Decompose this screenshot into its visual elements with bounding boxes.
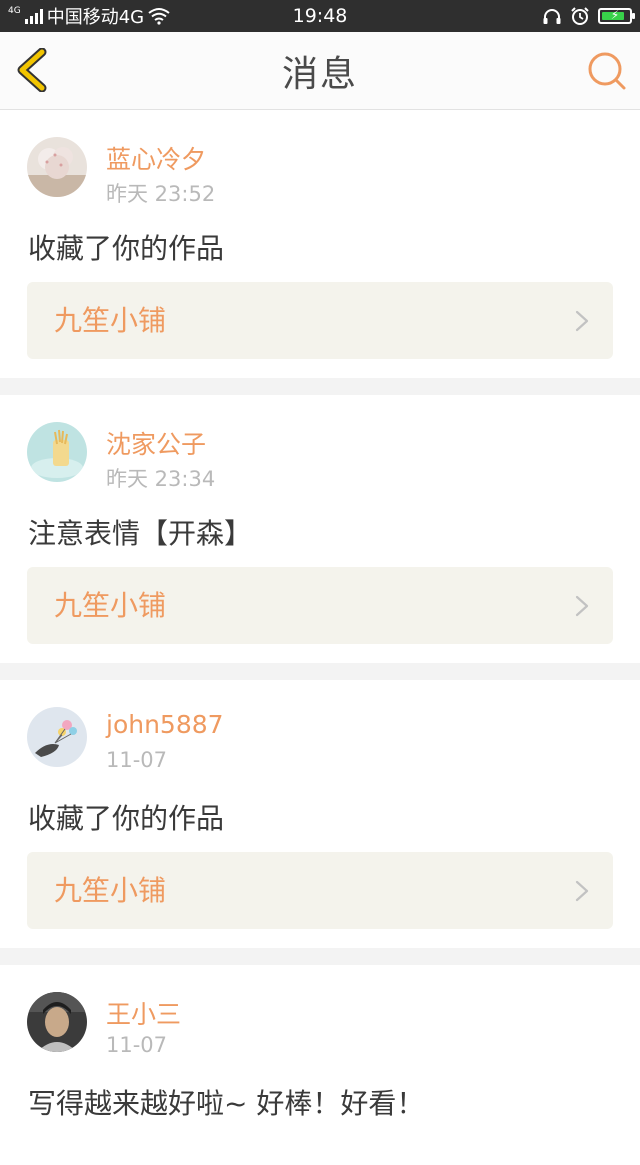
message-text: 收藏了你的作品: [28, 802, 225, 835]
avatar[interactable]: [27, 137, 87, 197]
work-title: 九笙小铺: [54, 589, 167, 622]
username[interactable]: 沈家公子: [106, 425, 206, 461]
username[interactable]: john5887: [106, 710, 224, 739]
avatar[interactable]: [27, 992, 87, 1052]
username[interactable]: 王小三: [106, 995, 181, 1031]
username[interactable]: 蓝心冷夕: [106, 140, 206, 176]
message-list: 蓝心冷夕 昨天 23:52 收藏了你的作品 九笙小铺 沈家公子 昨天 23:34…: [0, 110, 640, 1165]
search-icon: [588, 52, 626, 90]
timestamp: 昨天 23:52: [106, 182, 216, 206]
message-text: 收藏了你的作品: [28, 232, 225, 265]
work-title: 九笙小铺: [54, 874, 167, 907]
message-text: 写得越来越好啦~ 好棒！好看！: [28, 1087, 425, 1120]
chevron-right-icon: [575, 310, 589, 332]
work-title: 九笙小铺: [54, 304, 167, 337]
charging-icon: ⚡: [610, 8, 620, 22]
alarm-icon: [571, 7, 589, 25]
message-text: 注意表情【开森】: [28, 517, 253, 550]
nav-bar: 消息: [0, 32, 640, 110]
timestamp: 昨天 23:34: [106, 467, 216, 491]
work-link[interactable]: 九笙小铺: [27, 852, 613, 929]
status-right: ⚡: [542, 0, 635, 32]
avatar[interactable]: [27, 707, 87, 767]
timestamp: 11-07: [106, 1033, 168, 1057]
message-card: 沈家公子 昨天 23:34 注意表情【开森】 九笙小铺: [0, 395, 640, 663]
search-button[interactable]: [586, 50, 628, 92]
message-card: 蓝心冷夕 昨天 23:52 收藏了你的作品 九笙小铺: [0, 110, 640, 378]
chevron-right-icon: [575, 880, 589, 902]
battery-icon: ⚡: [598, 8, 635, 24]
chevron-right-icon: [575, 595, 589, 617]
work-link[interactable]: 九笙小铺: [27, 282, 613, 359]
work-link[interactable]: 九笙小铺: [27, 567, 613, 644]
page-title: 消息: [281, 53, 358, 95]
message-card: john5887 11-07 收藏了你的作品 九笙小铺: [0, 680, 640, 948]
message-card: 王小三 11-07 写得越来越好啦~ 好棒！好看！: [0, 965, 640, 1165]
headphones-icon: [543, 9, 561, 24]
avatar[interactable]: [27, 422, 87, 482]
timestamp: 11-07: [106, 748, 168, 772]
status-bar: 4G 中国移动4G 19:48 ⚡: [0, 0, 640, 32]
